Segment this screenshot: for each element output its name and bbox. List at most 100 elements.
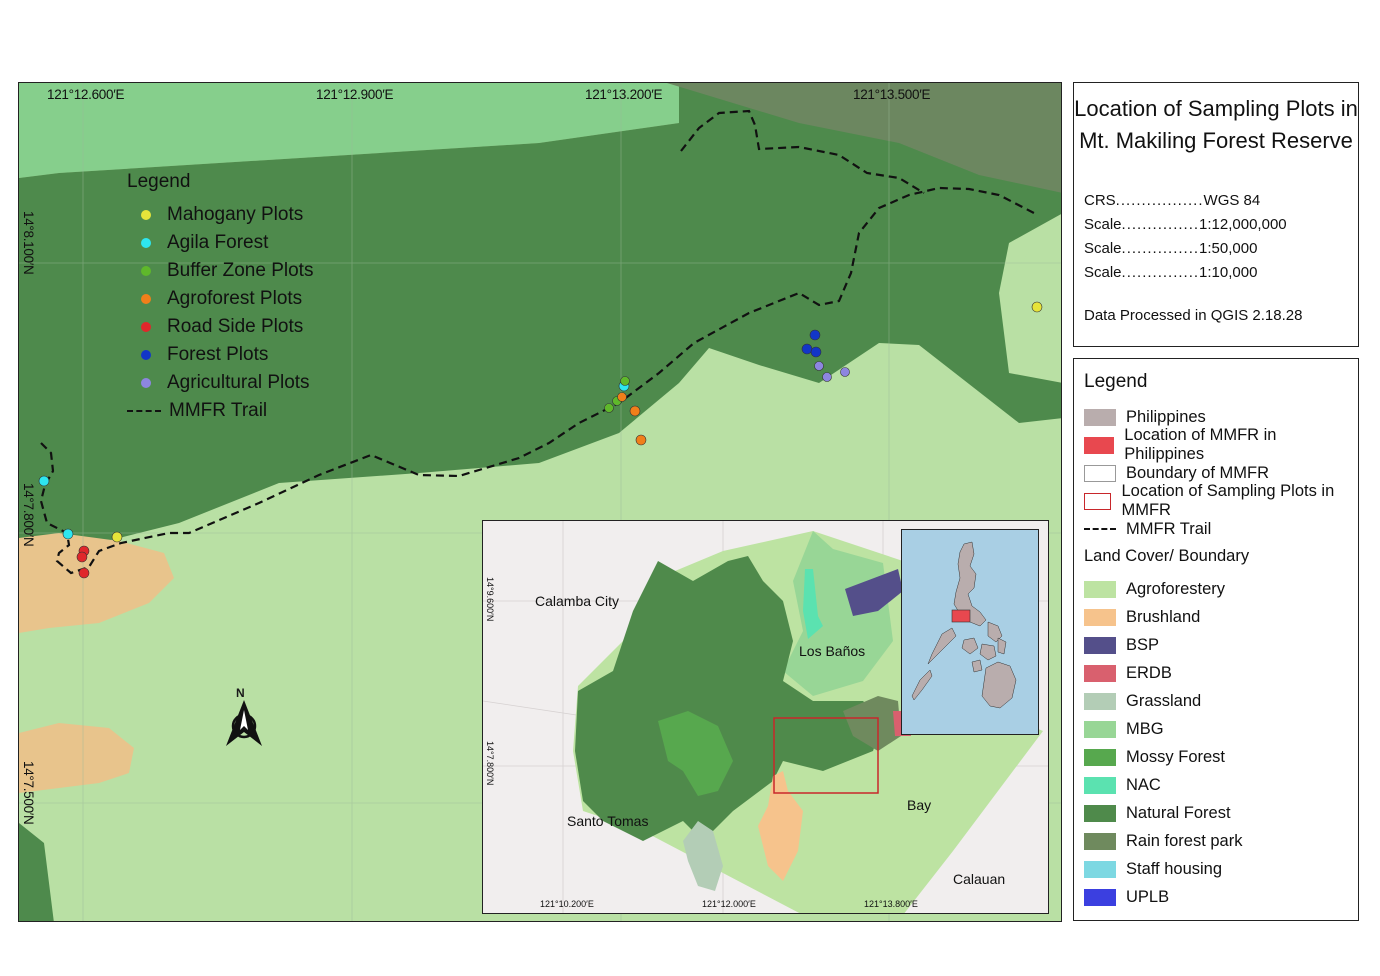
legend-label: Rain forest park [1126, 831, 1243, 850]
plot-agroforest [629, 405, 641, 417]
legend-label: Philippines [1126, 407, 1206, 426]
swatch [1084, 692, 1116, 710]
swatch [1084, 664, 1116, 682]
legend-label: Agricultural Plots [167, 372, 310, 393]
legend-item-forest: Forest Plots [127, 341, 313, 369]
legend-label: Agila Forest [167, 232, 269, 253]
left-coord-2: 14°7.800′N [21, 483, 36, 547]
swatch [1084, 888, 1116, 906]
legend-label: Road Side Plots [167, 316, 304, 337]
inset-left-coord-2: 14°7.800′N [485, 741, 495, 786]
legend-title: Legend [1084, 371, 1148, 392]
plot-agricultural [814, 361, 824, 371]
swatch [1084, 464, 1116, 482]
top-coord-2: 121°12.900′E [316, 87, 394, 102]
swatch [1084, 776, 1116, 794]
legend-erdb: ERDB [1084, 659, 1348, 687]
place-santo-tomas: Santo Tomas [567, 813, 649, 829]
plot-agroforest [635, 434, 647, 446]
legend-mossy-forest: Mossy Forest [1084, 743, 1348, 771]
title-line-1: Location of Sampling Plots in [1074, 96, 1358, 121]
map-title: Location of Sampling Plots in Mt. Makili… [1074, 93, 1358, 157]
legend-label: MMFR Trail [169, 400, 268, 421]
place-bay: Bay [907, 797, 932, 813]
legend-bsp: BSP [1084, 631, 1348, 659]
legend-item-trail: MMFR Trail [127, 397, 313, 425]
scale-value: 1:12,000,000 [1199, 216, 1287, 233]
swatch [1084, 636, 1116, 654]
swatch [1084, 580, 1116, 598]
legend-item-mahogany: Mahogany Plots [127, 201, 313, 229]
plot-forest [801, 343, 813, 355]
scale-key: Scale [1084, 216, 1122, 233]
processed-note: Data Processed in QGIS 2.18.28 [1084, 307, 1303, 324]
top-coord-4: 121°13.500′E [853, 87, 931, 102]
crs-key: CRS [1084, 192, 1116, 209]
crs-row: CRS.................WGS 84 [1084, 192, 1261, 209]
main-map[interactable]: 121°12.600′E 121°12.900′E 121°13.200′E 1… [18, 82, 1062, 922]
title-box: Location of Sampling Plots in Mt. Makili… [1073, 82, 1359, 347]
left-coord-1: 14°8.100′N [21, 211, 36, 275]
swatch [1084, 832, 1116, 850]
swatch [1084, 492, 1112, 510]
top-coord-3: 121°13.200′E [585, 87, 663, 102]
dot-agila [141, 238, 151, 248]
plot-roadside [78, 567, 90, 579]
map-legend-title: Legend [127, 171, 191, 192]
dot-buffer [141, 266, 151, 276]
legend-label: ERDB [1126, 663, 1172, 682]
plot-agricultural [822, 372, 832, 382]
swatch [1084, 408, 1116, 426]
dot-forest [141, 350, 151, 360]
legend-staff-housing: Staff housing [1084, 855, 1348, 883]
scale-row-2: Scale...............1:50,000 [1084, 240, 1258, 257]
swatch [1084, 748, 1116, 766]
dash-trail [127, 410, 161, 412]
philippines-inset-map[interactable] [901, 529, 1039, 735]
legend-label: Staff housing [1126, 859, 1223, 878]
plot-agila [62, 528, 74, 540]
legend-label: Mossy Forest [1126, 747, 1226, 766]
legend-agroforestery: Agroforestery [1084, 575, 1348, 603]
mmfr-location-marker [951, 609, 971, 623]
plot-forest [810, 346, 822, 358]
legend-label: Grassland [1126, 691, 1202, 710]
legend-label: Forest Plots [167, 344, 269, 365]
plot-mahogany [1031, 301, 1043, 313]
legend-label: NAC [1126, 775, 1161, 794]
inset-bottom-coord-3: 121°13.800′E [864, 899, 918, 909]
legend-label: MMFR Trail [1126, 519, 1212, 538]
legend-label: Boundary of MMFR [1126, 463, 1270, 482]
scale-key: Scale [1084, 264, 1122, 281]
plot-roadside [76, 551, 88, 563]
legend-label: Buffer Zone Plots [167, 260, 314, 281]
crs-value: WGS 84 [1203, 192, 1261, 209]
legend-brushland: Brushland [1084, 603, 1348, 631]
dot-agricultural [141, 378, 151, 388]
inset-map[interactable]: Calamba City Los Baños Santo Tomas Bay C… [482, 520, 1049, 914]
legend-uplb: UPLB [1084, 883, 1348, 911]
legend-box: Legend Philippines Location of MMFR in P… [1073, 358, 1359, 921]
scale-value: 1:50,000 [1199, 240, 1258, 257]
legend-mmfr-location: Location of MMFR in Philippines [1084, 426, 1348, 463]
map-metadata: CRS.................WGS 84 Scale........… [1084, 189, 1287, 285]
inset-left-coord-1: 14°9.600′N [485, 577, 495, 622]
land-cover-heading: Land Cover/ Boundary [1084, 547, 1250, 565]
legend-label: Agroforestery [1126, 579, 1226, 598]
swatch [1084, 720, 1116, 738]
dot-mahogany [141, 210, 151, 220]
inset-bottom-coord-1: 121°10.200′E [540, 899, 594, 909]
legend-label: Location of MMFR in Philippines [1124, 426, 1277, 463]
inset-bottom-coord-2: 121°12.000′E [702, 899, 756, 909]
plot-forest [809, 329, 821, 341]
top-coord-1: 121°12.600′E [47, 87, 125, 102]
legend-label: Agroforest Plots [167, 288, 303, 309]
legend-item-agila: Agila Forest [127, 229, 313, 257]
place-los-banos: Los Baños [799, 643, 866, 659]
dot-roadside [141, 322, 151, 332]
legend-label: MBG [1126, 719, 1164, 738]
legend-label: Natural Forest [1126, 803, 1231, 822]
plot-agila [38, 475, 50, 487]
plot-buffer [620, 376, 630, 386]
scale-value: 1:10,000 [1199, 264, 1258, 281]
